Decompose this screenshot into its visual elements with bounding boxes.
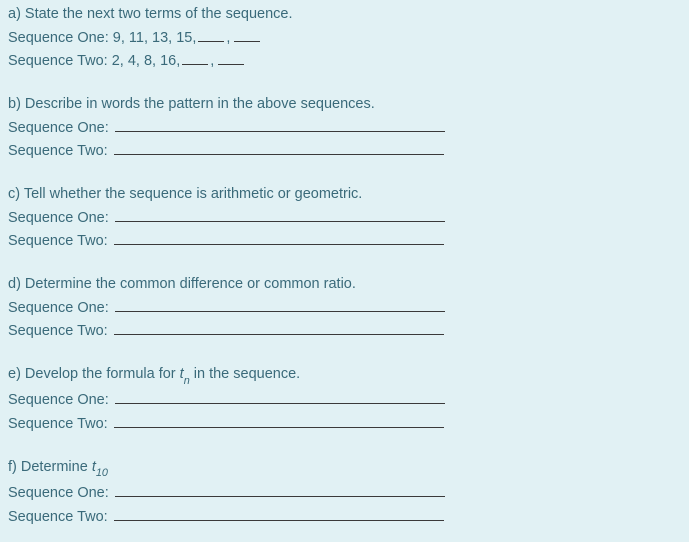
question-f-sub: 10 bbox=[96, 467, 108, 479]
blank-c-seq2[interactable] bbox=[114, 231, 444, 246]
question-e-prompt-post: in the sequence. bbox=[190, 366, 300, 382]
blank-b-seq1[interactable] bbox=[115, 117, 445, 132]
question-a-seq1-label: Sequence One: 9, 11, 13, 15, bbox=[8, 28, 196, 49]
question-f-seq2-label: Sequence Two: bbox=[8, 507, 108, 528]
question-f-seq1-label: Sequence One: bbox=[8, 483, 109, 504]
question-a-prompt: a) State the next two terms of the seque… bbox=[8, 4, 293, 25]
question-a-seq2-label: Sequence Two: 2, 4, 8, 16, bbox=[8, 51, 180, 72]
blank-c-seq1[interactable] bbox=[115, 207, 445, 222]
blank-f-seq2[interactable] bbox=[114, 506, 444, 521]
question-d-prompt: d) Determine the common difference or co… bbox=[8, 274, 356, 295]
question-f: f) Determine t10 Sequence One: Sequence … bbox=[8, 457, 681, 528]
blank-d-seq1[interactable] bbox=[115, 297, 445, 312]
question-f-prompt-pre: f) Determine bbox=[8, 459, 92, 475]
question-c-prompt: c) Tell whether the sequence is arithmet… bbox=[8, 184, 362, 205]
comma: , bbox=[226, 28, 230, 49]
question-e-prompt: e) Develop the formula for tn in the seq… bbox=[8, 364, 300, 388]
blank-d-seq2[interactable] bbox=[114, 321, 444, 336]
question-b: b) Describe in words the pattern in the … bbox=[8, 94, 681, 162]
question-e: e) Develop the formula for tn in the seq… bbox=[8, 364, 681, 435]
question-b-prompt: b) Describe in words the pattern in the … bbox=[8, 94, 375, 115]
question-c: c) Tell whether the sequence is arithmet… bbox=[8, 184, 681, 252]
question-c-seq2-label: Sequence Two: bbox=[8, 231, 108, 252]
question-d-seq1-label: Sequence One: bbox=[8, 298, 109, 319]
blank-b-seq2[interactable] bbox=[114, 141, 444, 156]
blank-e-seq2[interactable] bbox=[114, 413, 444, 428]
question-e-seq2-label: Sequence Two: bbox=[8, 414, 108, 435]
question-d: d) Determine the common difference or co… bbox=[8, 274, 681, 342]
question-b-seq2-label: Sequence Two: bbox=[8, 141, 108, 162]
question-a: a) State the next two terms of the seque… bbox=[8, 4, 681, 72]
question-c-seq1-label: Sequence One: bbox=[8, 208, 109, 229]
question-e-prompt-pre: e) Develop the formula for bbox=[8, 366, 180, 382]
blank-a-seq1-term1[interactable] bbox=[198, 27, 224, 42]
question-f-prompt: f) Determine t10 bbox=[8, 457, 108, 481]
question-d-seq2-label: Sequence Two: bbox=[8, 321, 108, 342]
blank-f-seq1[interactable] bbox=[115, 483, 445, 498]
blank-a-seq2-term1[interactable] bbox=[182, 51, 208, 66]
blank-a-seq2-term2[interactable] bbox=[218, 51, 244, 66]
blank-a-seq1-term2[interactable] bbox=[234, 27, 260, 42]
blank-e-seq1[interactable] bbox=[115, 390, 445, 405]
question-e-seq1-label: Sequence One: bbox=[8, 390, 109, 411]
question-b-seq1-label: Sequence One: bbox=[8, 118, 109, 139]
question-e-sub: n bbox=[184, 375, 190, 387]
comma: , bbox=[210, 51, 214, 72]
